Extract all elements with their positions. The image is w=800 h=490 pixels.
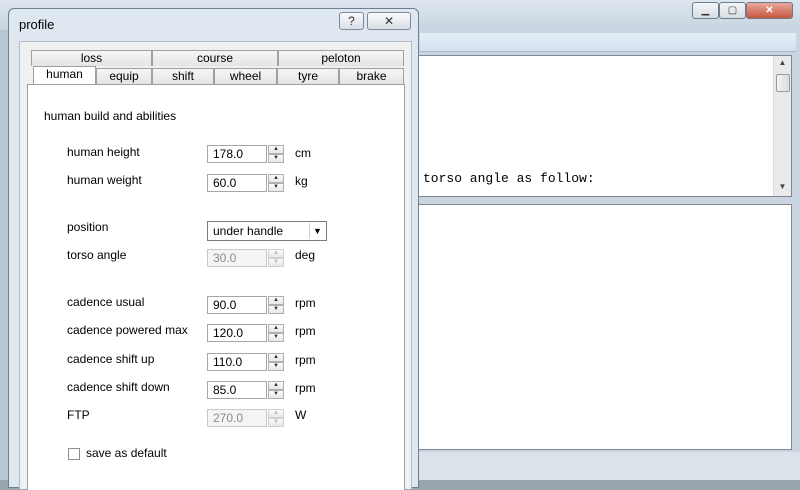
position-value: under handle (213, 224, 284, 238)
tab-peloton[interactable]: peloton (278, 50, 404, 66)
cadence-usual-unit: rpm (295, 296, 316, 310)
scroll-up-icon[interactable]: ▲ (774, 56, 791, 70)
weight-label: human weight (67, 173, 142, 187)
ftp-unit: W (295, 408, 307, 422)
weight-input[interactable]: 60.0 (207, 174, 267, 192)
cadence-up-input[interactable]: 110.0 (207, 353, 267, 371)
scroll-down-icon[interactable]: ▼ (774, 180, 791, 194)
spin-down-icon[interactable]: ▼ (268, 258, 284, 267)
tab-panel-human: human build and abilities human height 1… (27, 84, 405, 490)
status-bar (418, 452, 800, 480)
cadence-up-label: cadence shift up (67, 352, 155, 366)
tab-course[interactable]: course (152, 50, 278, 66)
spin-down-icon[interactable]: ▼ (268, 305, 284, 314)
cadence-max-input[interactable]: 120.0 (207, 324, 267, 342)
spin-down-icon[interactable]: ▼ (268, 418, 284, 427)
dialog-title: profile (19, 17, 55, 32)
cadence-max-unit: rpm (295, 324, 316, 338)
cadence-usual-label: cadence usual (67, 295, 145, 309)
height-spinner[interactable]: ▲ ▼ (268, 145, 284, 163)
help-button[interactable]: ? (339, 12, 364, 30)
menu-bar (420, 33, 796, 52)
save-default-label[interactable]: save as default (86, 446, 167, 460)
torso-input[interactable]: 30.0 (207, 249, 267, 267)
weight-unit: kg (295, 174, 308, 188)
spin-up-icon[interactable]: ▲ (268, 145, 284, 154)
height-unit: cm (295, 146, 311, 160)
ftp-label: FTP (67, 408, 90, 422)
torso-label: torso angle (67, 248, 127, 262)
maximize-button[interactable]: ▢ (719, 2, 746, 19)
ftp-input[interactable]: 270.0 (207, 409, 267, 427)
tab-wheel[interactable]: wheel (214, 68, 277, 84)
vertical-scrollbar[interactable]: ▲ ▼ (773, 56, 791, 196)
close-button[interactable]: ✕ (746, 2, 793, 19)
spin-up-icon[interactable]: ▲ (268, 296, 284, 305)
spin-down-icon[interactable]: ▼ (268, 362, 284, 371)
tab-equip[interactable]: equip (96, 68, 152, 84)
cadence-down-label: cadence shift down (67, 380, 170, 394)
position-select[interactable]: under handle ▼ (207, 221, 327, 241)
console-text: torso angle as follow: (423, 171, 595, 186)
save-default-checkbox[interactable] (68, 448, 80, 460)
weight-spinner[interactable]: ▲ ▼ (268, 174, 284, 192)
tab-loss[interactable]: loss (31, 50, 152, 66)
spin-up-icon[interactable]: ▲ (268, 324, 284, 333)
cadence-max-label: cadence powered max (67, 323, 188, 337)
cadence-down-spinner[interactable]: ▲ ▼ (268, 381, 284, 399)
torso-spinner[interactable]: ▲ ▼ (268, 249, 284, 267)
cadence-down-unit: rpm (295, 381, 316, 395)
profile-dialog: profile ? ✕ loss course peloton human eq… (8, 8, 419, 490)
tab-human[interactable]: human (33, 66, 96, 84)
ftp-spinner[interactable]: ▲ ▼ (268, 409, 284, 427)
spin-up-icon[interactable]: ▲ (268, 353, 284, 362)
cadence-max-spinner[interactable]: ▲ ▼ (268, 324, 284, 342)
cadence-up-unit: rpm (295, 353, 316, 367)
tab-shift[interactable]: shift (152, 68, 214, 84)
cadence-usual-input[interactable]: 90.0 (207, 296, 267, 314)
torso-unit: deg (295, 248, 316, 262)
height-label: human height (67, 145, 140, 159)
spin-down-icon[interactable]: ▼ (268, 183, 284, 192)
spin-down-icon[interactable]: ▼ (268, 390, 284, 399)
dialog-close-button[interactable]: ✕ (367, 12, 411, 30)
tab-brake[interactable]: brake (339, 68, 404, 84)
spin-up-icon[interactable]: ▲ (268, 249, 284, 258)
spin-up-icon[interactable]: ▲ (268, 409, 284, 418)
spin-up-icon[interactable]: ▲ (268, 381, 284, 390)
position-label: position (67, 220, 109, 234)
minimize-button[interactable]: ▁ (692, 2, 719, 19)
spin-down-icon[interactable]: ▼ (268, 333, 284, 342)
spin-down-icon[interactable]: ▼ (268, 154, 284, 163)
tab-tyre[interactable]: tyre (277, 68, 339, 84)
output-pane[interactable] (418, 204, 792, 450)
cadence-usual-spinner[interactable]: ▲ ▼ (268, 296, 284, 314)
console-pane[interactable]: torso angle as follow: ▲ ▼ (418, 55, 792, 197)
height-input[interactable]: 178.0 (207, 145, 267, 163)
cadence-down-input[interactable]: 85.0 (207, 381, 267, 399)
spin-up-icon[interactable]: ▲ (268, 174, 284, 183)
dialog-client: loss course peloton human equip shift wh… (19, 41, 412, 490)
cadence-up-spinner[interactable]: ▲ ▼ (268, 353, 284, 371)
chevron-down-icon[interactable]: ▼ (309, 223, 325, 239)
scroll-thumb[interactable] (776, 74, 790, 92)
section-title: human build and abilities (44, 109, 177, 123)
